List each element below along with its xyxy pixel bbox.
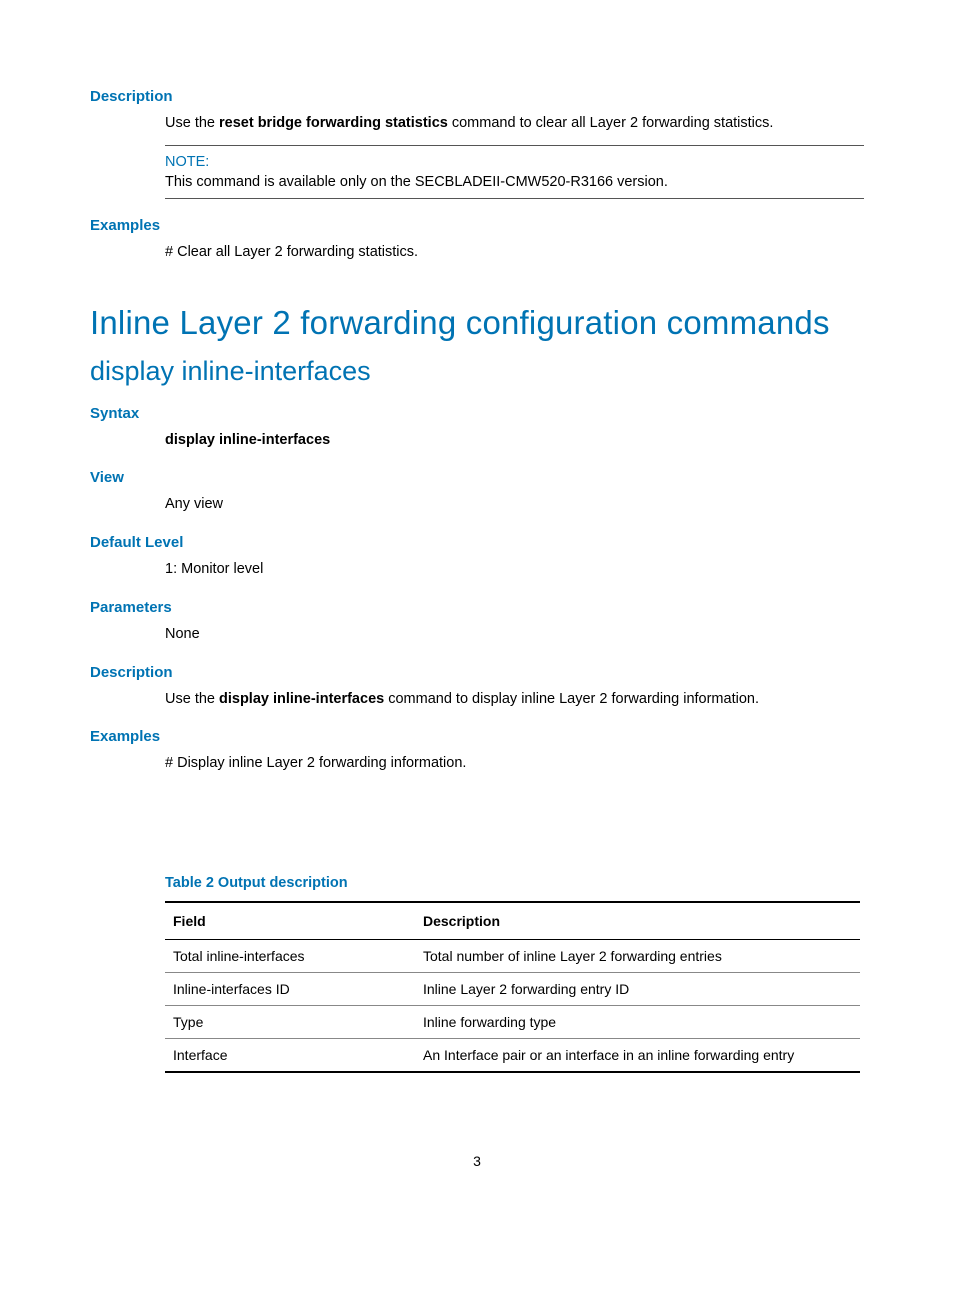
text-post: command to clear all Layer 2 forwarding … (448, 115, 774, 131)
default-level-label: Default Level (90, 534, 864, 551)
table-row: Interface An Interface pair or an interf… (165, 1039, 860, 1073)
description-label: Description (90, 88, 864, 105)
table-row: Inline-interfaces ID Inline Layer 2 forw… (165, 973, 860, 1006)
syntax-text: display inline-interfaces (165, 430, 864, 452)
command-name: display inline-interfaces (219, 691, 384, 707)
td-field: Interface (165, 1039, 415, 1073)
syntax-label: Syntax (90, 405, 864, 422)
command-name: reset bridge forwarding statistics (219, 115, 448, 131)
examples-label: Examples (90, 217, 864, 234)
page-number: 3 (90, 1153, 864, 1169)
table-row: Type Inline forwarding type (165, 1006, 860, 1039)
description2-text: Use the display inline-interfaces comman… (165, 689, 864, 711)
td-desc: Inline forwarding type (415, 1006, 860, 1039)
note-body: This command is available only on the SE… (165, 174, 864, 190)
th-field: Field (165, 902, 415, 940)
note-label: NOTE: (165, 154, 864, 170)
page-content: Description Use the reset bridge forward… (0, 0, 954, 1199)
description-text: Use the reset bridge forwarding statisti… (165, 113, 864, 135)
h2-title: display inline-interfaces (90, 356, 864, 387)
description2-label: Description (90, 664, 864, 681)
examples2-text: # Display inline Layer 2 forwarding info… (165, 753, 864, 775)
td-field: Inline-interfaces ID (165, 973, 415, 1006)
output-table: Field Description Total inline-interface… (165, 901, 860, 1073)
note-box: NOTE: This command is available only on … (165, 145, 864, 199)
table-title: Table 2 Output description (165, 875, 864, 891)
view-text: Any view (165, 494, 864, 516)
td-field: Total inline-interfaces (165, 940, 415, 973)
parameters-text: None (165, 624, 864, 646)
parameters-label: Parameters (90, 599, 864, 616)
h1-title: Inline Layer 2 forwarding configuration … (90, 304, 864, 342)
td-desc: Total number of inline Layer 2 forwardin… (415, 940, 860, 973)
examples2-label: Examples (90, 728, 864, 745)
th-desc: Description (415, 902, 860, 940)
td-field: Type (165, 1006, 415, 1039)
text-pre: Use the (165, 691, 219, 707)
default-level-text: 1: Monitor level (165, 559, 864, 581)
text-pre: Use the (165, 115, 219, 131)
view-label: View (90, 469, 864, 486)
table-header-row: Field Description (165, 902, 860, 940)
text-post: command to display inline Layer 2 forwar… (384, 691, 759, 707)
examples-text: # Clear all Layer 2 forwarding statistic… (165, 242, 864, 264)
table-row: Total inline-interfaces Total number of … (165, 940, 860, 973)
td-desc: Inline Layer 2 forwarding entry ID (415, 973, 860, 1006)
td-desc: An Interface pair or an interface in an … (415, 1039, 860, 1073)
syntax-command: display inline-interfaces (165, 432, 330, 448)
